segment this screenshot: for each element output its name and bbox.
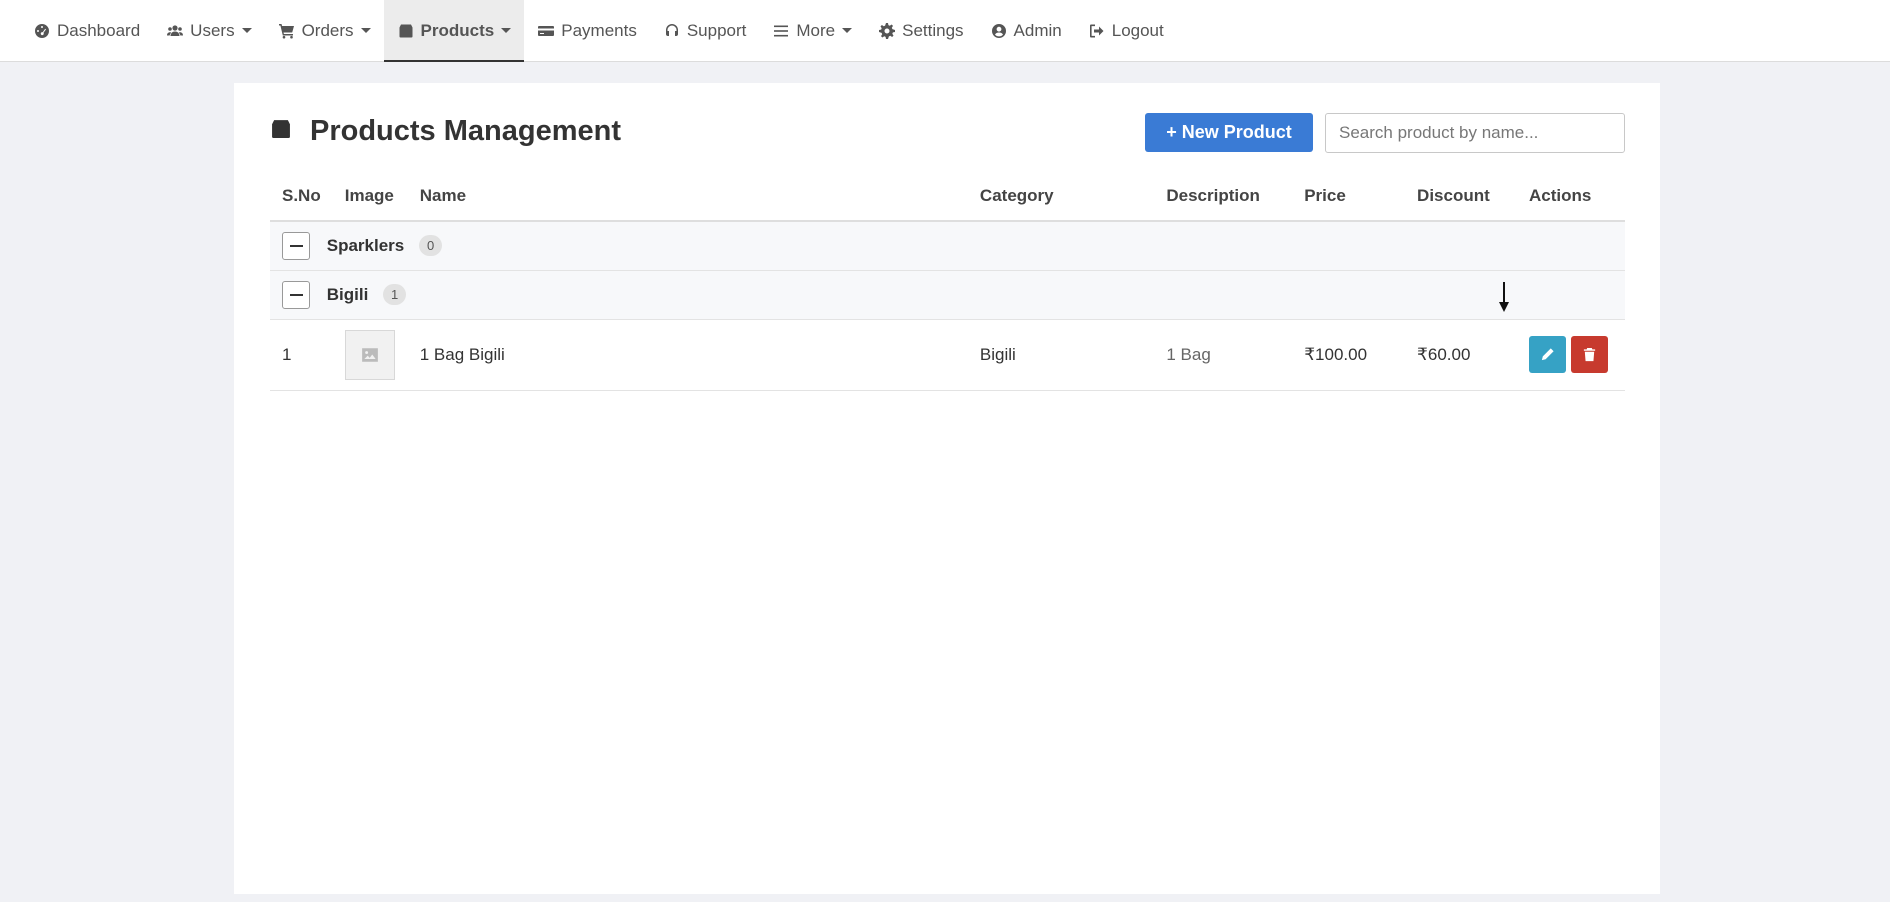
box-icon [270, 118, 292, 145]
cell-discount: ₹60.00 [1405, 319, 1517, 391]
collapse-toggle-bigili[interactable] [282, 280, 310, 309]
nav-admin-label: Admin [1013, 20, 1062, 40]
top-navbar: Dashboard Users Orders Products Payments… [0, 0, 1890, 62]
col-name: Name [407, 171, 968, 222]
nav-dashboard[interactable]: Dashboard [20, 0, 153, 61]
chevron-down-icon [360, 28, 371, 33]
nav-orders-label: Orders [301, 20, 354, 40]
box-icon [397, 22, 415, 40]
delete-button[interactable] [1571, 336, 1608, 373]
nav-products[interactable]: Products [383, 0, 525, 62]
cell-description: 1 Bag [1154, 319, 1293, 391]
col-discount: Discount [1405, 171, 1517, 222]
minus-icon [289, 293, 303, 296]
nav-settings-label: Settings [902, 20, 964, 40]
cell-name: 1 Bag Bigili [407, 319, 968, 391]
nav-logout[interactable]: Logout [1075, 0, 1177, 61]
nav-orders[interactable]: Orders [265, 0, 384, 61]
minus-icon [289, 244, 303, 247]
headset-icon [663, 22, 681, 40]
chevron-down-icon [241, 28, 252, 33]
cell-actions [1517, 319, 1625, 391]
col-image: Image [332, 171, 408, 222]
product-thumbnail [344, 329, 395, 380]
table-row: 1 1 Bag Bigili Bigili 1 Bag ₹100.00 ₹60.… [270, 319, 1625, 391]
nav-admin[interactable]: Admin [977, 0, 1075, 61]
nav-payments[interactable]: Payments [524, 0, 650, 61]
cart-icon [278, 22, 296, 40]
nav-products-label: Products [420, 20, 495, 40]
credit-card-icon [537, 22, 555, 40]
image-placeholder-icon [361, 347, 378, 362]
nav-more-label: More [796, 20, 836, 40]
chevron-down-icon [842, 28, 853, 33]
bars-icon [772, 22, 790, 40]
nav-logout-label: Logout [1111, 20, 1164, 40]
group-name: Bigili [326, 284, 369, 304]
mouse-cursor-icon [1499, 282, 1509, 312]
nav-payments-label: Payments [561, 20, 637, 40]
trash-icon [1583, 347, 1596, 362]
nav-settings[interactable]: Settings [865, 0, 976, 61]
nav-dashboard-label: Dashboard [57, 20, 141, 40]
products-table: S.No Image Name Category Description Pri… [270, 171, 1625, 391]
users-icon [166, 22, 184, 40]
gear-icon [878, 22, 896, 40]
pencil-icon [1541, 348, 1554, 361]
col-sno: S.No [270, 171, 333, 222]
cell-price: ₹100.00 [1292, 319, 1406, 391]
cell-image [332, 319, 408, 391]
search-input[interactable] [1325, 113, 1625, 153]
col-description: Description [1154, 171, 1293, 222]
col-category: Category [967, 171, 1155, 222]
cell-sno: 1 [270, 319, 333, 391]
edit-button[interactable] [1529, 336, 1566, 373]
dashboard-icon [33, 22, 51, 40]
col-actions: Actions [1517, 171, 1625, 222]
group-row-sparklers: Sparklers 0 [270, 221, 1625, 271]
cell-category: Bigili [967, 319, 1155, 391]
nav-support[interactable]: Support [650, 0, 760, 61]
chevron-down-icon [501, 28, 512, 33]
group-row-bigili: Bigili 1 [270, 270, 1625, 320]
group-name: Sparklers [326, 235, 405, 255]
page-title: Products Management [310, 115, 621, 147]
nav-users-label: Users [190, 20, 235, 40]
col-price: Price [1292, 171, 1406, 222]
nav-support-label: Support [686, 20, 747, 40]
new-product-button[interactable]: + New Product [1145, 113, 1313, 152]
user-circle-icon [990, 22, 1008, 40]
collapse-toggle-sparklers[interactable] [282, 231, 310, 260]
products-card: Products Management + New Product S.No I… [234, 83, 1660, 894]
table-header-row: S.No Image Name Category Description Pri… [270, 171, 1625, 222]
nav-more[interactable]: More [759, 0, 865, 61]
nav-users[interactable]: Users [153, 0, 264, 61]
group-count-badge: 1 [383, 284, 407, 305]
logout-icon [1088, 22, 1106, 40]
page-header: Products Management [270, 115, 621, 148]
group-count-badge: 0 [418, 235, 443, 257]
